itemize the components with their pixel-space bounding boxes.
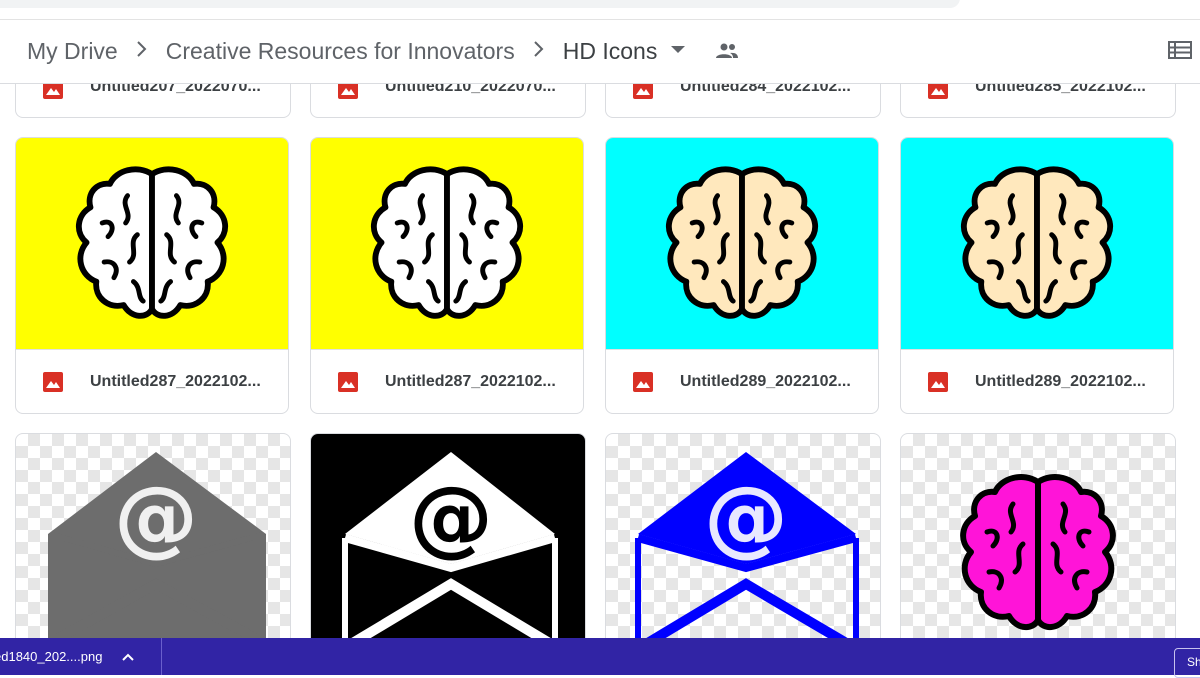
brain-icon <box>76 166 228 319</box>
envelope-icon: @ <box>48 452 266 642</box>
thumbnail <box>901 138 1173 350</box>
show-all-button[interactable]: Sh <box>1174 648 1200 678</box>
breadcrumb: My Drive Creative Resources for Innovato… <box>0 28 1200 74</box>
file-name: Untitled289_2022102... <box>975 372 1146 390</box>
image-file-icon <box>632 371 654 393</box>
brain-icon <box>961 166 1113 319</box>
chevron-right-icon <box>132 38 152 64</box>
thumbnail <box>311 138 583 350</box>
image-file-icon <box>42 371 64 393</box>
svg-text:@: @ <box>114 468 198 566</box>
breadcrumb-hd-icons[interactable]: HD Icons <box>563 38 658 65</box>
file-card[interactable]: Untitled287_2022102... <box>310 137 584 414</box>
file-card[interactable]: @ <box>605 433 881 643</box>
list-view-icon[interactable] <box>1168 40 1192 65</box>
svg-text:@: @ <box>409 468 493 566</box>
download-item[interactable]: ed1840_202....png <box>0 638 162 675</box>
dropdown-caret-icon[interactable] <box>671 45 686 53</box>
brain-icon <box>371 166 523 319</box>
chevron-right-icon <box>529 38 549 64</box>
breadcrumb-creative-resources[interactable]: Creative Resources for Innovators <box>166 38 515 65</box>
file-card[interactable] <box>900 433 1176 643</box>
chevron-up-icon[interactable] <box>122 649 135 664</box>
image-file-icon <box>632 84 654 100</box>
download-file-name: ed1840_202....png <box>0 649 103 664</box>
breadcrumb-my-drive[interactable]: My Drive <box>27 38 118 65</box>
file-card[interactable]: Untitled210_2022070... <box>310 84 586 118</box>
file-card[interactable]: @ <box>15 433 291 643</box>
file-name: Untitled207_2022070... <box>90 84 261 95</box>
file-card[interactable]: @ <box>310 433 586 643</box>
search-bar[interactable] <box>0 0 960 8</box>
file-name: Untitled285_2022102... <box>975 84 1146 95</box>
image-file-icon <box>42 84 64 100</box>
top-divider <box>0 19 1200 20</box>
file-card[interactable]: Untitled284_2022102... <box>605 84 881 118</box>
svg-text:@: @ <box>704 468 788 566</box>
image-file-icon <box>927 371 949 393</box>
envelope-icon: @ <box>342 452 558 642</box>
image-file-icon <box>337 84 359 100</box>
file-card[interactable]: Untitled207_2022070... <box>15 84 291 118</box>
file-name: Untitled210_2022070... <box>385 84 556 95</box>
file-card[interactable]: Untitled289_2022102... <box>605 137 879 414</box>
file-card[interactable]: Untitled287_2022102... <box>15 137 289 414</box>
thumbnail <box>606 138 878 350</box>
file-name: Untitled284_2022102... <box>680 84 851 95</box>
download-bar: ed1840_202....png Sh <box>0 638 1200 678</box>
shared-people-icon <box>715 42 739 60</box>
thumbnail <box>16 138 288 350</box>
file-card[interactable]: Untitled285_2022102... <box>900 84 1176 118</box>
image-file-icon <box>927 84 949 100</box>
envelope-icon: @ <box>635 452 859 642</box>
image-file-icon <box>337 371 359 393</box>
brain-icon <box>666 166 818 319</box>
file-name: Untitled289_2022102... <box>680 372 851 390</box>
file-name: Untitled287_2022102... <box>90 372 261 390</box>
brain-icon <box>960 474 1116 630</box>
file-card[interactable]: Untitled289_2022102... <box>900 137 1174 414</box>
file-name: Untitled287_2022102... <box>385 372 556 390</box>
